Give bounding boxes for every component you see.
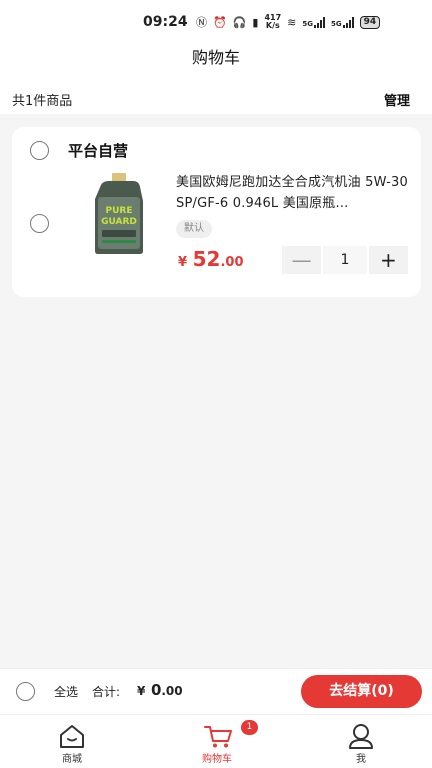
- select-all-radio[interactable]: [16, 682, 35, 701]
- motor-oil-bottle-icon[interactable]: PURE GUARD: [87, 171, 151, 255]
- total-amount: ¥ 0.00: [137, 680, 183, 699]
- price-decimal: .00: [220, 255, 244, 270]
- price-currency: ¥: [178, 255, 188, 270]
- nfc-icon: Ⓝ: [196, 16, 207, 29]
- signal-icon-2: 5G: [331, 16, 354, 28]
- battery-saver-icon: ▮: [252, 15, 259, 29]
- product-spec-tag[interactable]: 默认: [176, 220, 212, 238]
- store-select-radio[interactable]: [30, 141, 49, 160]
- tab-cart[interactable]: 1 购物车: [177, 715, 258, 768]
- manage-button[interactable]: 管理: [384, 90, 410, 109]
- summary-row: 共1件商品 管理: [0, 84, 432, 114]
- status-icons: Ⓝ ⏰ 🎧 ▮ 417 K/s ≋ 5G 5G 94: [196, 13, 381, 30]
- user-icon: [349, 724, 373, 749]
- quantity-stepper: — 1 +: [282, 246, 409, 274]
- total-label: 合计:: [92, 685, 121, 699]
- checkout-bar: 全选 合计: ¥ 0.00 去结算(0): [0, 668, 432, 714]
- product-title[interactable]: 美国欧姆尼跑加达全合成汽机油 5W-30 SP/GF-6 0.946L 美国原瓶…: [176, 172, 412, 214]
- cart-store-card: 平台自营 PURE GUARD 美国欧姆尼跑加达全合成汽机油 5W-30 SP/…: [12, 127, 421, 297]
- quantity-input[interactable]: 1: [323, 246, 367, 274]
- wifi-icon: ≋: [287, 15, 297, 29]
- total-currency: ¥: [137, 684, 146, 698]
- cart-badge: 1: [241, 720, 258, 735]
- store-name: 平台自营: [68, 142, 129, 160]
- total-decimal: .00: [161, 684, 183, 698]
- alarm-icon: ⏰: [213, 15, 227, 29]
- page-title: 购物车: [191, 50, 240, 67]
- cart-icon: [204, 726, 232, 748]
- tab-me-label: 我: [356, 754, 366, 765]
- item-select-radio[interactable]: [30, 214, 49, 233]
- svg-text:GUARD: GUARD: [101, 217, 137, 227]
- increase-quantity-button[interactable]: +: [368, 246, 409, 274]
- battery-icon: 94: [359, 15, 381, 29]
- item-count: 共1件商品: [12, 94, 73, 109]
- signal-icon-1: 5G: [302, 16, 326, 28]
- tab-me[interactable]: 我: [321, 715, 401, 768]
- signal-bars-1: [314, 16, 326, 28]
- status-bar: 09:24 Ⓝ ⏰ 🎧 ▮ 417 K/s ≋ 5G 5G 94: [0, 0, 432, 44]
- signal-1-label: 5G: [302, 19, 314, 28]
- home-icon: [60, 725, 84, 748]
- select-all-label[interactable]: 全选: [54, 683, 78, 700]
- checkout-button[interactable]: 去结算(0): [301, 675, 422, 708]
- total-integer: 0: [150, 681, 162, 699]
- tab-home-label: 商城: [62, 754, 82, 765]
- tab-bar: 商城 1 购物车 我: [0, 714, 432, 768]
- price-integer: 52: [192, 247, 221, 271]
- status-time: 09:24: [143, 14, 188, 30]
- network-speed: 417 K/s: [264, 13, 282, 30]
- headphones-icon: 🎧: [232, 15, 247, 29]
- signal-bars-2: [342, 16, 354, 28]
- svg-text:PURE: PURE: [106, 206, 133, 216]
- decrease-quantity-button[interactable]: —: [282, 246, 322, 274]
- nav-bar: 购物车: [0, 44, 432, 84]
- tab-cart-label: 购物车: [202, 754, 232, 765]
- signal-2-label: 5G: [331, 19, 342, 28]
- product-price: ¥ 52.00: [178, 247, 244, 271]
- tab-home[interactable]: 商城: [32, 715, 112, 768]
